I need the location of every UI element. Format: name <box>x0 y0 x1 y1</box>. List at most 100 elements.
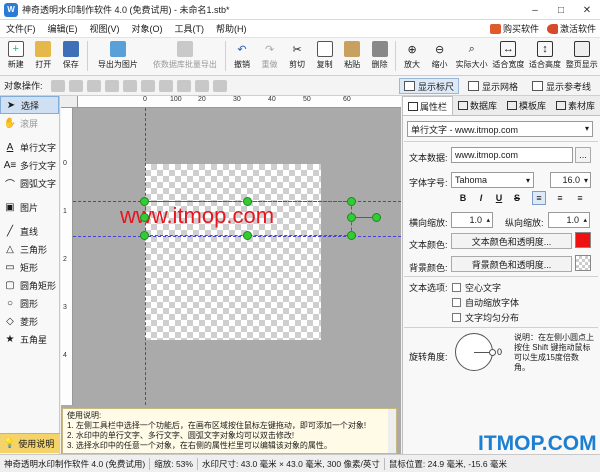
paste-button[interactable]: 粘贴 <box>338 38 366 74</box>
align-right-icon[interactable] <box>158 79 173 92</box>
font-size-select[interactable]: 16.0 ▾ <box>550 172 591 188</box>
font-value: Tahoma <box>455 175 488 185</box>
hollow-text-checkbox[interactable]: 空心文字 <box>452 281 501 294</box>
bg-color-swatch[interactable] <box>575 255 591 271</box>
text-color-swatch[interactable] <box>575 232 591 248</box>
send-back-icon[interactable] <box>68 79 83 92</box>
guide-line-vertical[interactable] <box>145 108 146 405</box>
bold-button[interactable]: B <box>456 191 470 205</box>
resize-handle[interactable] <box>347 213 356 222</box>
close-button[interactable]: ✕ <box>574 0 600 20</box>
tool-multi-line-text[interactable]: A≡ 多行文字 <box>0 156 59 174</box>
tab-database[interactable]: 数据库 <box>453 96 502 115</box>
object-dropdown[interactable]: 单行文字 - www.itmop.com ▾ <box>407 121 593 137</box>
italic-button[interactable]: I <box>474 191 488 205</box>
minimize-button[interactable]: – <box>522 0 548 20</box>
text-color-button[interactable]: 文本颜色和透明度... <box>451 233 572 249</box>
align-center-icon[interactable]: ≡ <box>553 191 567 205</box>
send-backward-icon[interactable] <box>104 79 119 92</box>
activate-software-link[interactable]: 激活软件 <box>546 22 596 35</box>
save-button[interactable]: 保存 <box>57 38 85 74</box>
resize-handle[interactable] <box>347 231 356 240</box>
menu-object[interactable]: 对象(O) <box>126 22 169 35</box>
tool-circle[interactable]: ○ 圆形 <box>0 294 59 312</box>
resize-handle[interactable] <box>140 231 149 240</box>
fit-width-button[interactable]: ↔ 适合宽度 <box>490 38 527 74</box>
show-grid-toggle[interactable]: 显示网格 <box>463 78 523 94</box>
new-button[interactable]: + 新建 <box>2 38 30 74</box>
tool-scroll[interactable]: ✋ 滚屏 <box>0 114 59 132</box>
maximize-button[interactable]: □ <box>548 0 574 20</box>
menu-edit[interactable]: 编辑(E) <box>42 22 84 35</box>
delete-button[interactable]: 删除 <box>366 38 394 74</box>
text-data-input[interactable]: www.itmop.com <box>451 147 573 163</box>
tool-diamond[interactable]: ◇ 菱形 <box>0 312 59 330</box>
bg-color-button[interactable]: 背景颜色和透明度... <box>451 256 572 272</box>
batch-export-button[interactable]: 依数据库批量导出 <box>146 38 223 74</box>
open-button[interactable]: 打开 <box>30 38 58 74</box>
tool-line[interactable]: ╱ 直线 <box>0 222 59 240</box>
undo-button[interactable]: ↶ 撤销 <box>228 38 256 74</box>
main-toolbar: + 新建 打开 保存 导出为图片 依数据库批量导出 ↶ 撤销 ↷ 重做 ✂ 剪切 复制 … <box>0 38 600 76</box>
align-center-icon[interactable] <box>140 79 155 92</box>
align-middle-icon[interactable] <box>194 79 209 92</box>
bring-front-icon[interactable] <box>50 79 65 92</box>
tab-templates[interactable]: 模板库 <box>502 96 551 115</box>
buy-software-link[interactable]: 购买软件 <box>489 22 539 35</box>
underline-button[interactable]: U <box>492 191 506 205</box>
left-ruler[interactable]: 0 1 2 3 4 <box>61 108 73 405</box>
save-icon <box>62 41 79 57</box>
menu-help[interactable]: 帮助(H) <box>210 22 253 35</box>
resize-handle[interactable] <box>140 197 149 206</box>
tab-properties[interactable]: 属性栏 <box>402 96 453 115</box>
actual-size-icon: ⌕ <box>468 42 475 55</box>
tool-triangle[interactable]: △ 三角形 <box>0 240 59 258</box>
rotate-handle[interactable] <box>372 213 381 222</box>
zoom-in-button[interactable]: ⊕ 放大 <box>398 38 426 74</box>
actual-size-button[interactable]: ⌕ 实际大小 <box>453 38 490 74</box>
justify-text-checkbox[interactable]: 文字均匀分布 <box>452 311 519 324</box>
align-left-icon[interactable] <box>122 79 137 92</box>
auto-shrink-checkbox[interactable]: 自动缩放字体 <box>452 296 519 309</box>
transparent-canvas[interactable] <box>145 164 321 340</box>
bring-forward-icon[interactable] <box>86 79 101 92</box>
strikethrough-button[interactable]: S <box>510 191 524 205</box>
resize-handle[interactable] <box>243 231 252 240</box>
help-button[interactable]: 💡 使用说明 <box>0 433 60 453</box>
menu-tools[interactable]: 工具(T) <box>169 22 211 35</box>
tab-assets[interactable]: 素材库 <box>551 96 600 115</box>
align-right-icon[interactable]: ≡ <box>573 191 587 205</box>
font-select[interactable]: Tahoma ▾ <box>451 172 534 188</box>
zoom-out-button[interactable]: ⊖ 缩小 <box>426 38 454 74</box>
menu-view[interactable]: 视图(V) <box>84 22 126 35</box>
vscale-spinner[interactable]: 1.0 ▴ <box>548 212 590 228</box>
tool-single-line-text[interactable]: A 单行文字 <box>0 138 59 156</box>
menu-file[interactable]: 文件(F) <box>0 22 42 35</box>
tool-rectangle[interactable]: ▭ 矩形 <box>0 258 59 276</box>
show-ruler-toggle[interactable]: 显示标尺 <box>398 78 459 94</box>
align-bottom-icon[interactable] <box>212 79 227 92</box>
copy-button[interactable]: 复制 <box>311 38 339 74</box>
top-ruler[interactable]: 0 100 20 30 40 50 60 <box>78 96 401 108</box>
resize-handle[interactable] <box>243 197 252 206</box>
tool-image[interactable]: ▣ 图片 <box>0 198 59 216</box>
redo-button[interactable]: ↷ 重做 <box>256 38 284 74</box>
cut-button[interactable]: ✂ 剪切 <box>283 38 311 74</box>
ruler-left-label: 1 <box>63 208 67 215</box>
fit-height-button[interactable]: ↕ 适合高度 <box>527 38 564 74</box>
show-guides-toggle[interactable]: 显示参考线 <box>527 78 596 94</box>
tool-rounded-rectangle[interactable]: ▢ 圆角矩形 <box>0 276 59 294</box>
hscale-spinner[interactable]: 1.0 ▴ <box>451 212 493 228</box>
help-scrollbar[interactable] <box>388 409 396 453</box>
align-top-icon[interactable] <box>176 79 191 92</box>
tool-arc-text[interactable]: ⌒ 圆弧文字 <box>0 174 59 192</box>
resize-handle[interactable] <box>140 213 149 222</box>
full-page-button[interactable]: 整页显示 <box>563 38 600 74</box>
resize-handle[interactable] <box>347 197 356 206</box>
rotation-handle[interactable] <box>489 349 496 356</box>
edit-text-button[interactable]: ... <box>575 147 591 163</box>
tool-select[interactable]: ➤ 选择 <box>0 96 59 114</box>
export-image-button[interactable]: 导出为图片 <box>89 38 146 74</box>
tool-star[interactable]: ★ 五角星 <box>0 330 59 348</box>
align-left-icon[interactable]: ≡ <box>532 191 546 205</box>
